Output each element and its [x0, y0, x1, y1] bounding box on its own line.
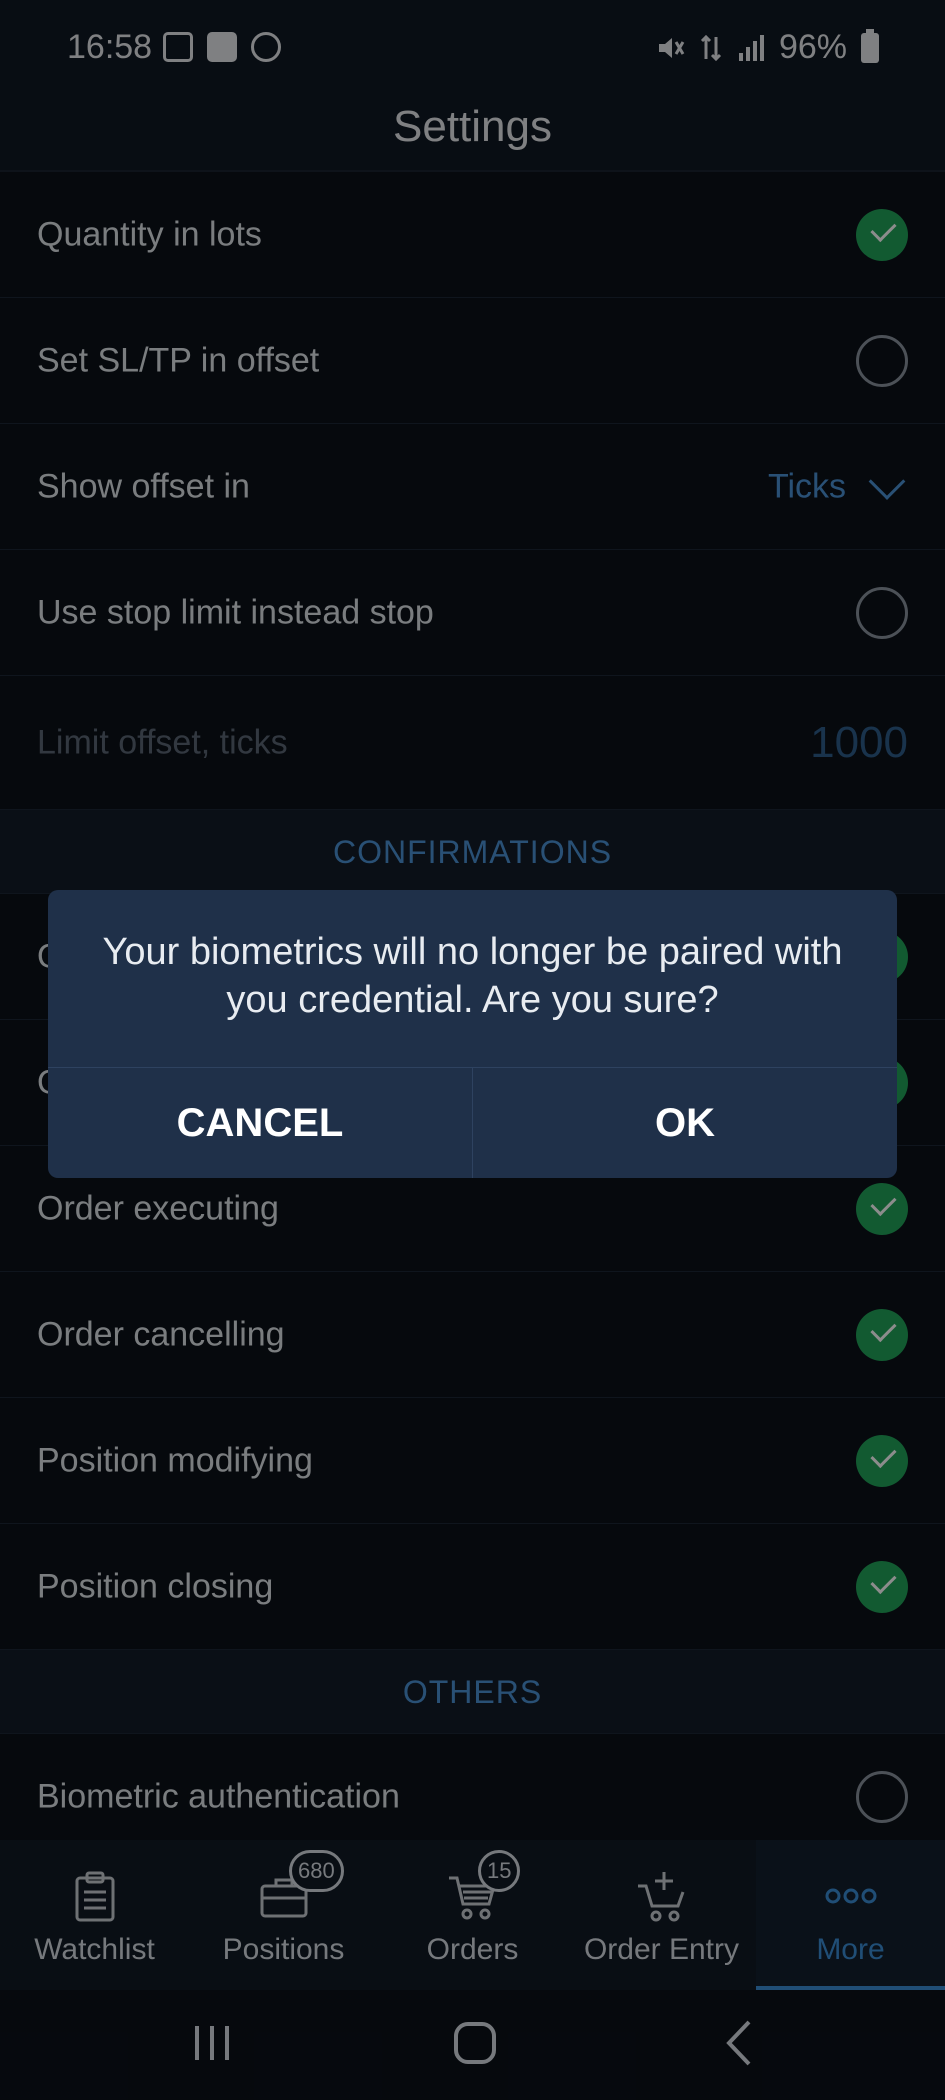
- confirm-dialog: Your biometrics will no longer be paired…: [48, 890, 897, 1178]
- ok-button[interactable]: OK: [472, 1068, 897, 1178]
- dialog-message: Your biometrics will no longer be paired…: [102, 931, 843, 1021]
- dialog-actions: CANCEL OK: [48, 1067, 897, 1178]
- cancel-button[interactable]: CANCEL: [48, 1068, 472, 1178]
